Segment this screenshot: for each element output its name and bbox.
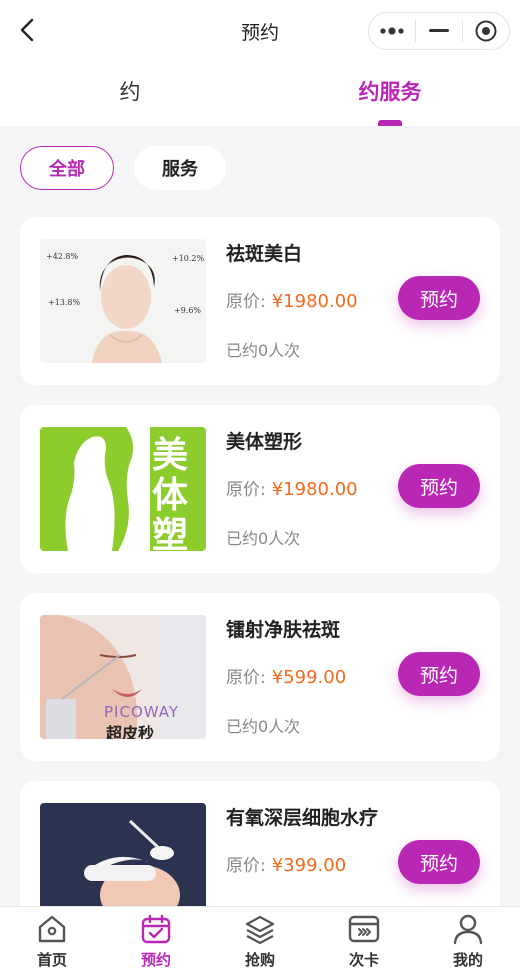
service-image: 美 体 塑 — [40, 427, 206, 551]
price-row: 原价: ¥599.00 — [226, 663, 346, 688]
tabbar-item-home[interactable]: 首页 — [0, 907, 104, 976]
booked-count: 已约0人次 — [226, 529, 301, 548]
back-arrow-icon[interactable] — [14, 16, 42, 44]
price-row: 原价: ¥1980.00 — [226, 287, 358, 312]
tabbar-label: 首页 — [36, 951, 67, 969]
price-value: ¥599.00 — [271, 667, 347, 688]
tabbar-label: 我的 — [452, 951, 483, 969]
user-icon — [453, 914, 483, 945]
svg-text:+42.8%: +42.8% — [46, 252, 79, 261]
layers-icon — [245, 915, 275, 945]
filter-chips: 全部 服务 — [20, 146, 226, 190]
book-button[interactable]: 预约 — [398, 652, 480, 696]
book-button[interactable]: 预约 — [398, 840, 480, 884]
tab-appointment[interactable]: 约 — [0, 56, 260, 126]
close-target-icon[interactable] — [463, 13, 509, 49]
service-name: 镭射净肤祛斑 — [226, 619, 341, 641]
service-image: +42.8% +10.2% +13.8% +9.6% — [40, 239, 206, 363]
card-icon — [348, 915, 380, 943]
tabbar-item-card[interactable]: 次卡 — [312, 907, 416, 976]
service-card[interactable]: 美 体 塑 美体塑形 原价: ¥1980.00 已约0人次 预约 — [20, 405, 500, 573]
tabbar-item-profile[interactable]: 我的 — [416, 907, 520, 976]
page-title: 预约 — [240, 21, 279, 44]
price-label: 原价: — [226, 480, 266, 500]
booked-count: 已约0人次 — [226, 717, 301, 736]
tabbar-item-flash-sale[interactable]: 抢购 — [208, 907, 312, 976]
home-icon — [38, 915, 66, 943]
service-name: 美体塑形 — [226, 431, 303, 453]
svg-text:PICOWAY: PICOWAY — [104, 703, 179, 721]
filter-all[interactable]: 全部 — [20, 146, 114, 190]
book-button[interactable]: 预约 — [398, 464, 480, 508]
tabbar-label: 抢购 — [244, 951, 275, 969]
svg-text:体: 体 — [152, 475, 188, 516]
book-button[interactable]: 预约 — [398, 276, 480, 320]
tabbar-item-appointment[interactable]: 预约 — [104, 907, 208, 976]
price-value: ¥399.00 — [271, 855, 347, 876]
price-row: 原价: ¥399.00 — [226, 851, 346, 876]
service-card[interactable]: +42.8% +10.2% +13.8% +9.6% 祛斑美白 原价: ¥1980… — [20, 217, 500, 385]
mini-program-capsule — [368, 12, 510, 50]
svg-text:+10.2%: +10.2% — [172, 254, 205, 263]
svg-text:塑: 塑 — [152, 515, 188, 551]
service-list: +42.8% +10.2% +13.8% +9.6% 祛斑美白 原价: ¥1980… — [20, 217, 500, 969]
tab-service-appointment[interactable]: 约服务 — [260, 56, 520, 126]
service-card[interactable]: PICOWAY 超皮秒 镭射净肤祛斑 原价: ¥599.00 已约0人次 预约 — [20, 593, 500, 761]
svg-text:超皮秒: 超皮秒 — [105, 724, 154, 739]
service-name: 祛斑美白 — [226, 243, 303, 265]
svg-text:美: 美 — [152, 435, 188, 476]
price-label: 原价: — [226, 856, 266, 876]
calendar-icon — [141, 914, 171, 944]
price-value: ¥1980.00 — [271, 479, 358, 500]
more-icon[interactable] — [369, 13, 415, 49]
service-image: PICOWAY 超皮秒 — [40, 615, 206, 739]
price-label: 原价: — [226, 668, 266, 688]
svg-text:+13.8%: +13.8% — [48, 298, 81, 307]
tabbar-label: 次卡 — [348, 951, 379, 969]
minimize-icon[interactable] — [416, 13, 462, 49]
price-label: 原价: — [226, 292, 266, 312]
service-name: 有氧深层细胞水疗 — [226, 807, 379, 829]
svg-text:+9.6%: +9.6% — [174, 306, 201, 315]
nav-bar: 预约 — [0, 6, 520, 56]
bottom-tab-bar: 首页 预约 抢购 次卡 我的 — [0, 906, 520, 976]
top-tabs: 约 约服务 — [0, 56, 520, 126]
filter-service[interactable]: 服务 — [134, 146, 226, 190]
price-value: ¥1980.00 — [271, 291, 358, 312]
price-row: 原价: ¥1980.00 — [226, 475, 358, 500]
tabbar-label: 预约 — [140, 951, 171, 969]
booked-count: 已约0人次 — [226, 341, 301, 360]
